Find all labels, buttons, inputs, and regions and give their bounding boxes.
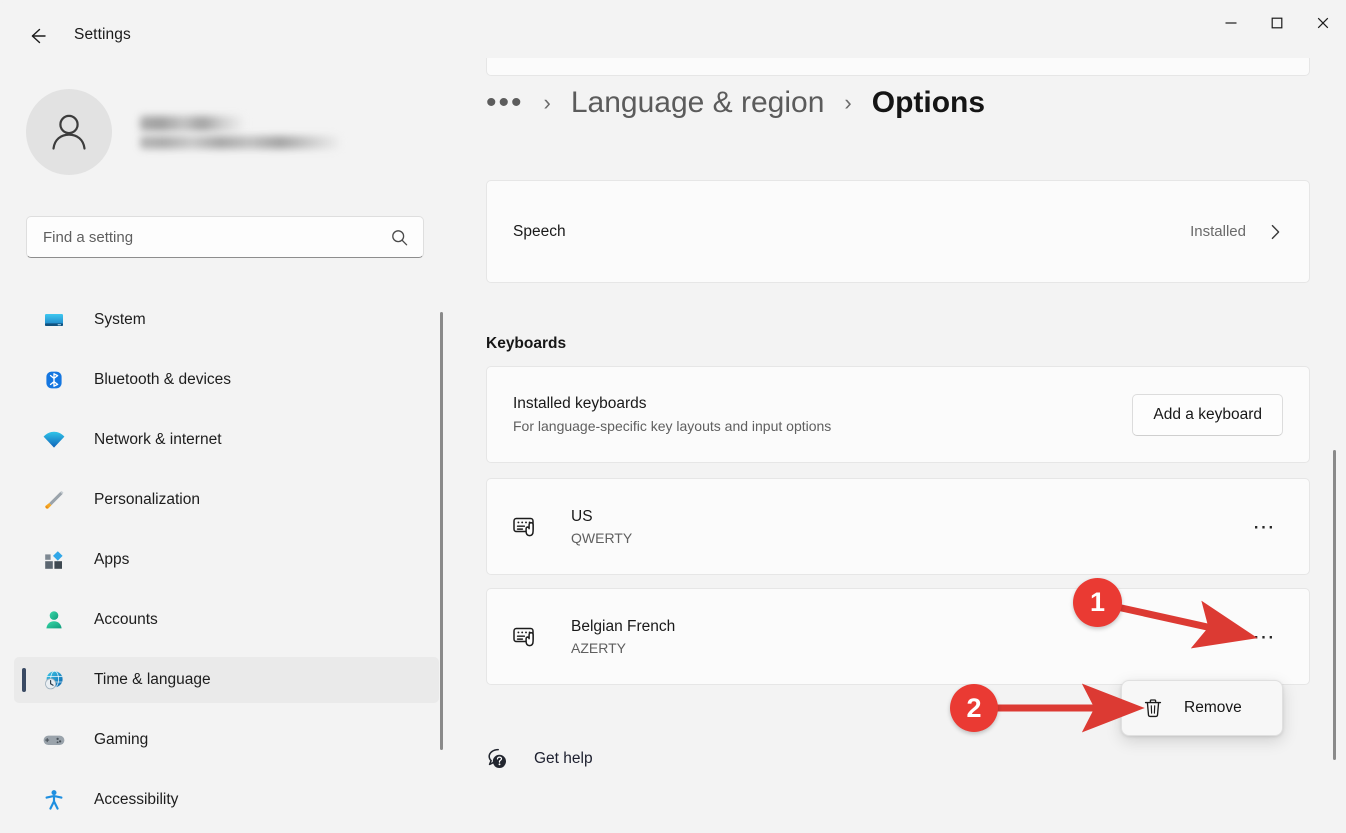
installed-keyboards-row: Installed keyboards For language-specifi… bbox=[486, 366, 1310, 463]
search-box[interactable] bbox=[26, 216, 424, 258]
speech-row[interactable]: Speech Installed bbox=[486, 180, 1310, 283]
close-icon bbox=[1316, 16, 1330, 30]
account-person-icon bbox=[42, 608, 66, 632]
page-title: Options bbox=[872, 86, 985, 120]
more-options-icon-belgian-french[interactable]: ⋯ bbox=[1247, 623, 1284, 651]
breadcrumb-separator-2: › bbox=[844, 90, 851, 116]
settings-window: Settings bbox=[0, 0, 1346, 833]
sidebar-item-apps[interactable]: Apps bbox=[14, 537, 439, 583]
speech-right: Installed bbox=[1190, 222, 1283, 242]
back-arrow-icon bbox=[26, 25, 48, 47]
keyboard-hand-icon bbox=[511, 621, 543, 653]
sidebar-item-bluetooth-devices[interactable]: Bluetooth & devices bbox=[14, 357, 439, 403]
search-icon[interactable] bbox=[390, 228, 409, 247]
breadcrumb-link-language-region[interactable]: Language & region bbox=[571, 86, 825, 120]
monitor-icon bbox=[42, 308, 66, 332]
remove-menu-item[interactable]: Remove bbox=[1121, 680, 1283, 736]
breadcrumb-separator-1: › bbox=[544, 90, 551, 116]
trash-can-icon bbox=[1142, 697, 1164, 719]
back-button[interactable] bbox=[18, 18, 56, 54]
sidebar-item-system[interactable]: System bbox=[14, 297, 439, 343]
sidebar-item-label: System bbox=[94, 311, 146, 329]
sidebar-item-accounts[interactable]: Accounts bbox=[14, 597, 439, 643]
keyboard-layout: AZERTY bbox=[571, 640, 675, 656]
get-help-link[interactable]: Get help bbox=[470, 738, 607, 780]
sidebar-item-label: Accounts bbox=[94, 611, 158, 629]
speech-label: Speech bbox=[513, 223, 566, 241]
user-name-blurred bbox=[140, 116, 244, 131]
keyboard-layout: QWERTY bbox=[571, 530, 632, 546]
search-input[interactable] bbox=[43, 229, 390, 246]
speech-status: Installed bbox=[1190, 223, 1246, 240]
accessibility-person-icon bbox=[42, 788, 66, 812]
content-scrollbar-thumb[interactable] bbox=[1333, 450, 1336, 760]
annotation-marker-2: 2 bbox=[950, 684, 998, 732]
sidebar-item-label: Accessibility bbox=[94, 791, 178, 809]
remove-menu-label: Remove bbox=[1184, 699, 1242, 717]
keyboard-texts: Belgian French AZERTY bbox=[571, 618, 675, 656]
keyboard-texts: US QWERTY bbox=[571, 508, 632, 546]
title-bar: Settings bbox=[0, 0, 1346, 58]
sidebar-item-label: Network & internet bbox=[94, 431, 222, 449]
minimize-icon bbox=[1224, 16, 1238, 30]
window-title: Settings bbox=[74, 26, 131, 44]
sidebar-item-network-internet[interactable]: Network & internet bbox=[14, 417, 439, 463]
sidebar-item-label: Bluetooth & devices bbox=[94, 371, 231, 389]
gamepad-icon bbox=[42, 728, 66, 752]
window-controls bbox=[1208, 0, 1346, 46]
sidebar-item-gaming[interactable]: Gaming bbox=[14, 717, 439, 763]
keyboard-name: Belgian French bbox=[571, 618, 675, 636]
keyboard-row-belgian-french[interactable]: Belgian French AZERTY ⋯ bbox=[486, 588, 1310, 685]
wifi-icon bbox=[42, 428, 66, 452]
more-options-icon-us[interactable]: ⋯ bbox=[1247, 513, 1284, 541]
breadcrumb-overflow-button[interactable]: ••• bbox=[486, 94, 524, 112]
maximize-button[interactable] bbox=[1254, 0, 1300, 46]
maximize-icon bbox=[1270, 16, 1284, 30]
apps-blocks-icon bbox=[42, 548, 66, 572]
keyboard-row-us[interactable]: US QWERTY ⋯ bbox=[486, 478, 1310, 575]
sidebar-scrollbar-thumb[interactable] bbox=[440, 312, 443, 750]
chevron-right-icon bbox=[1268, 222, 1283, 242]
get-help-label: Get help bbox=[534, 750, 593, 768]
sidebar-nav: System Bluetooth & devices bbox=[14, 297, 439, 833]
minimize-button[interactable] bbox=[1208, 0, 1254, 46]
sidebar-item-label: Personalization bbox=[94, 491, 200, 509]
user-profile[interactable] bbox=[26, 89, 340, 175]
user-identity bbox=[140, 116, 340, 149]
card-scrolled-above bbox=[486, 58, 1310, 76]
sidebar-item-personalization[interactable]: Personalization bbox=[14, 477, 439, 523]
keyboard-hand-icon bbox=[511, 511, 543, 543]
avatar bbox=[26, 89, 112, 175]
breadcrumb: ••• › Language & region › Options bbox=[486, 86, 985, 120]
installed-keyboards-texts: Installed keyboards For language-specifi… bbox=[513, 395, 831, 434]
help-question-bubble-icon bbox=[484, 746, 510, 772]
sidebar-item-time-language[interactable]: Time & language bbox=[14, 657, 439, 703]
keyboard-name: US bbox=[571, 508, 632, 526]
sidebar: System Bluetooth & devices bbox=[0, 58, 452, 833]
sidebar-item-accessibility[interactable]: Accessibility bbox=[14, 777, 439, 823]
globe-clock-icon bbox=[42, 668, 66, 692]
installed-keyboards-title: Installed keyboards bbox=[513, 395, 831, 413]
user-email-blurred bbox=[140, 136, 340, 149]
sidebar-item-label: Time & language bbox=[94, 671, 211, 689]
annotation-marker-1: 1 bbox=[1073, 578, 1122, 627]
keyboards-section-heading: Keyboards bbox=[486, 335, 566, 353]
sidebar-item-label: Apps bbox=[94, 551, 129, 569]
bluetooth-icon bbox=[42, 368, 66, 392]
paintbrush-icon bbox=[42, 488, 66, 512]
close-button[interactable] bbox=[1300, 0, 1346, 46]
person-avatar-icon bbox=[43, 106, 95, 158]
installed-keyboards-subtitle: For language-specific key layouts and in… bbox=[513, 418, 831, 434]
sidebar-item-label: Gaming bbox=[94, 731, 148, 749]
add-a-keyboard-button[interactable]: Add a keyboard bbox=[1132, 394, 1283, 436]
